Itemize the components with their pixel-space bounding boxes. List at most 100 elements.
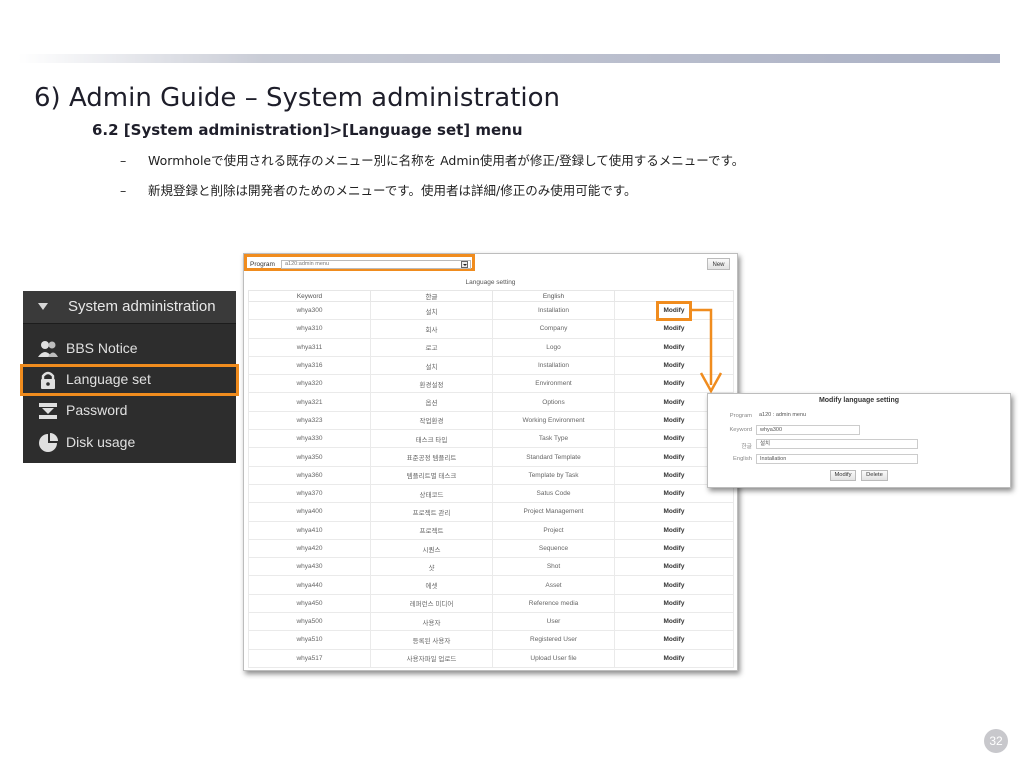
english-cell: Logo	[492, 337, 615, 357]
modify-link[interactable]: Modify	[614, 319, 734, 339]
sidebar-header[interactable]: System administration	[23, 291, 236, 324]
korean-cell: 프로젝트 관리	[370, 502, 493, 522]
korean-input[interactable]: 설치	[756, 439, 918, 449]
english-cell: Installation	[492, 355, 615, 376]
table-row: whya430 샷 Shot Modify	[248, 557, 734, 577]
korean-cell: 사용자파일 업로드	[370, 648, 493, 668]
english-cell: Asset	[492, 575, 615, 595]
table-row: whya330 태스크 타입 Task Type Modify	[248, 429, 734, 449]
table-title: Language setting	[465, 279, 516, 286]
keyword-input[interactable]: whya300	[756, 425, 860, 435]
page-number: 32	[984, 729, 1008, 753]
sidebar-header-label: System administration	[68, 298, 216, 315]
table-row: whya517 사용자파일 업로드 Upload User file Modify	[248, 648, 734, 668]
table-row: whya440 에셋 Asset Modify	[248, 575, 734, 595]
password-icon	[39, 403, 57, 419]
english-cell: Project Management	[492, 502, 615, 522]
english-cell: Project	[492, 520, 615, 540]
slide-subtitle: 6.2 [System administration]>[Language se…	[92, 121, 523, 139]
english-cell: Standard Template	[492, 447, 615, 467]
chevron-down-icon[interactable]	[461, 261, 468, 268]
korean-cell: 회사	[370, 319, 493, 339]
header-rule	[18, 54, 1000, 63]
table-row: whya321 옵션 Options Modify	[248, 392, 734, 412]
users-icon	[38, 341, 58, 357]
keyword-cell: whya500	[248, 612, 371, 632]
modify-link[interactable]: Modify	[614, 648, 734, 668]
korean-cell: 로고	[370, 337, 493, 357]
sidebar-item-password[interactable]: Password	[23, 396, 236, 426]
program-select-value: a120:admin menu	[285, 261, 330, 267]
korean-cell: 설치	[370, 300, 493, 321]
field-english: English Installation	[708, 454, 1010, 466]
korean-cell: 등록된 사용자	[370, 630, 493, 650]
bullet-text: 新規登録と削除は開発者のためのメニューです。使用者は詳細/修正のみ使用可能です。	[148, 183, 637, 198]
modify-link[interactable]: Modify	[614, 612, 734, 632]
column-header: Keyword	[248, 290, 371, 302]
sidebar-item-disk-usage[interactable]: Disk usage	[23, 428, 236, 458]
korean-cell: 환경설정	[370, 374, 493, 394]
sidebar-item-bbs-notice[interactable]: BBS Notice	[23, 334, 236, 364]
language-table: Keyword 한글 English whya300 설치 Installation…	[248, 290, 734, 668]
field-program: Program a120 : admin menu	[708, 411, 1010, 423]
keyword-cell: whya410	[248, 520, 371, 540]
korean-cell: 레퍼런스 미디어	[370, 593, 493, 614]
table-row: whya410 프로젝트 Project Modify	[248, 520, 734, 540]
sidebar-item-language-set[interactable]: Language set	[20, 364, 239, 396]
english-cell: Working Environment	[492, 410, 615, 431]
table-row: whya323 작업환경 Working Environment Modify	[248, 410, 734, 431]
delete-button[interactable]: Delete	[861, 470, 888, 481]
bullet-dash: –	[120, 153, 127, 168]
table-row: whya316 설치 Installation Modify	[248, 355, 734, 376]
caret-down-icon	[38, 303, 48, 310]
korean-cell: 프로젝트	[370, 520, 493, 540]
modify-link[interactable]: Modify	[614, 593, 734, 614]
modify-link[interactable]: Modify	[614, 355, 734, 376]
keyword-cell: whya350	[248, 447, 371, 467]
dialog-title: Modify language setting	[818, 397, 900, 404]
column-header	[614, 290, 734, 302]
program-filter-highlight: Program a120:admin menu	[244, 254, 475, 271]
bullet-dash: –	[120, 183, 127, 198]
table-header-row: Keyword 한글 English	[248, 290, 734, 302]
korean-cell: 사용자	[370, 612, 493, 632]
sidebar-item-label: Language set	[66, 371, 151, 387]
column-header: English	[492, 290, 615, 302]
sidebar-item-label: Disk usage	[66, 434, 136, 450]
english-cell: Installation	[492, 300, 615, 321]
english-cell: User	[492, 612, 615, 632]
modify-link[interactable]: Modify	[614, 337, 734, 357]
keyword-cell: whya360	[248, 465, 371, 485]
table-row: whya420 시퀀스 Sequence Modify	[248, 538, 734, 559]
keyword-cell: whya430	[248, 557, 371, 577]
keyword-cell: whya450	[248, 593, 371, 614]
program-select[interactable]: a120:admin menu	[281, 260, 471, 269]
table-row: whya400 프로젝트 관리 Project Management Modify	[248, 502, 734, 522]
field-value: a120 : admin menu	[759, 412, 807, 418]
slide-title: 6) Admin Guide – System administration	[34, 83, 561, 113]
modify-language-dialog: Modify language setting Program a120 : a…	[707, 393, 1011, 488]
english-cell: Shot	[492, 557, 615, 577]
english-input[interactable]: Installation	[756, 454, 918, 464]
modify-link[interactable]: Modify	[614, 520, 734, 540]
table-row: whya350 표준공정 템플리트 Standard Template Modify	[248, 447, 734, 467]
keyword-cell: whya323	[248, 410, 371, 431]
new-button[interactable]: New	[707, 258, 730, 270]
modify-link[interactable]: Modify	[614, 557, 734, 577]
modify-link[interactable]: Modify	[614, 502, 734, 522]
keyword-cell: whya300	[248, 300, 371, 321]
modify-link[interactable]: Modify	[614, 538, 734, 559]
english-cell: Reference media	[492, 593, 615, 614]
bullet-1: – Wormholeで使用される既存のメニュー別に名称を Admin使用者が修正/…	[120, 150, 744, 169]
korean-cell: 샷	[370, 557, 493, 577]
english-cell: Template by Task	[492, 465, 615, 485]
modify-link[interactable]: Modify	[614, 374, 734, 394]
keyword-cell: whya440	[248, 575, 371, 595]
keyword-cell: whya420	[248, 538, 371, 559]
modify-link[interactable]: Modify	[614, 575, 734, 595]
field-label: Keyword	[729, 427, 752, 433]
modify-button[interactable]: Modify	[830, 470, 856, 481]
table-row: whya311 로고 Logo Modify	[248, 337, 734, 357]
keyword-cell: whya316	[248, 355, 371, 376]
modify-link[interactable]: Modify	[614, 630, 734, 650]
